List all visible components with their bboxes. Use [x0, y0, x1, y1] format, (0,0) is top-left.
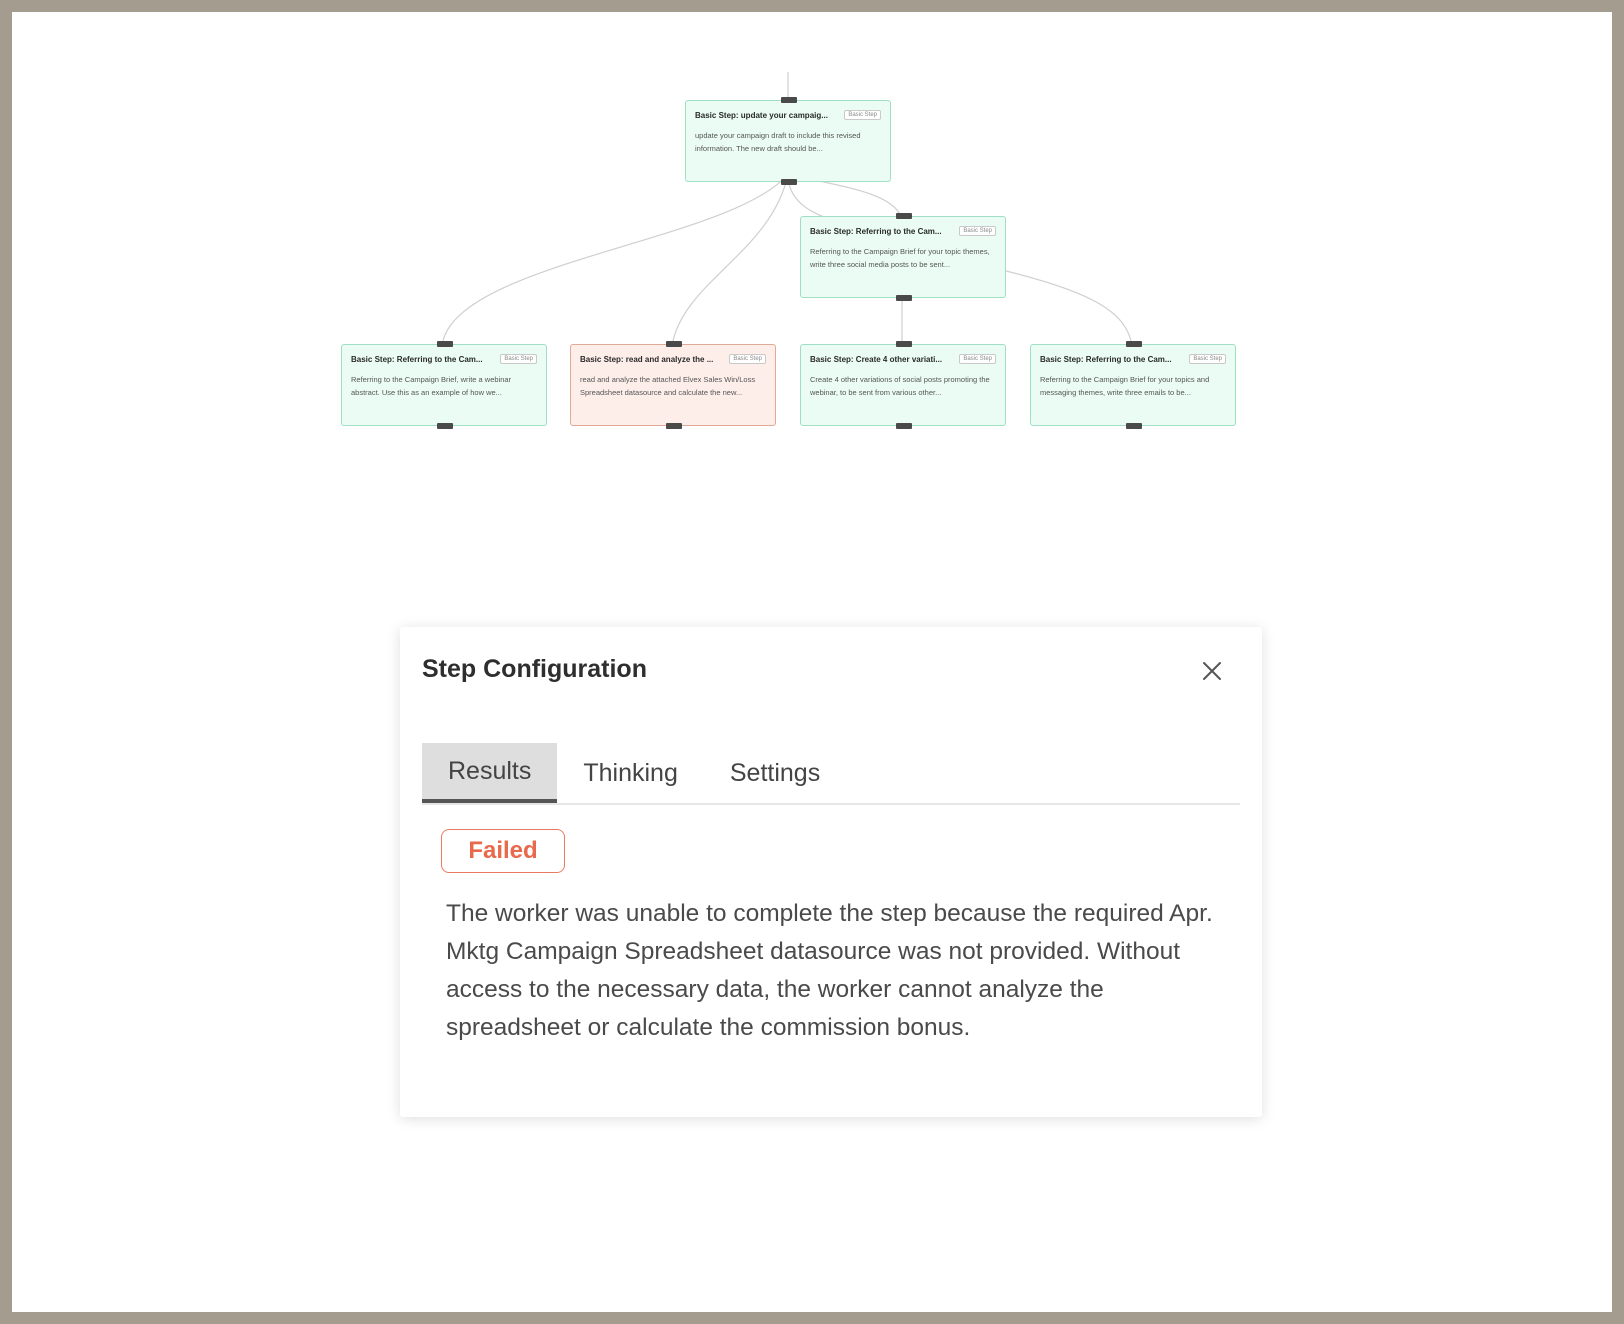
- node-title: Basic Step: Referring to the Cam...: [1040, 354, 1172, 364]
- tab-thinking[interactable]: Thinking: [557, 743, 704, 803]
- node-output-handle[interactable]: [896, 295, 912, 301]
- tab-bar: Results Thinking Settings: [422, 743, 1240, 805]
- tab-results[interactable]: Results: [422, 743, 558, 803]
- node-type-badge: Basic Step: [500, 354, 537, 364]
- node-description: Referring to the Campaign Brief for your…: [1040, 375, 1210, 397]
- tab-settings[interactable]: Settings: [704, 743, 846, 803]
- node-type-badge: Basic Step: [959, 354, 996, 364]
- workflow-node-failed[interactable]: Basic Step: read and analyze the ... Bas…: [570, 341, 776, 429]
- node-description: Referring to the Campaign Brief, write a…: [351, 375, 512, 397]
- node-type-badge: Basic Step: [729, 354, 766, 364]
- app-canvas: Basic Step: update your campaig... Basic…: [12, 12, 1612, 1312]
- node-input-handle[interactable]: [1126, 341, 1142, 347]
- node-output-handle[interactable]: [437, 423, 453, 429]
- dialog-title: Step Configuration: [422, 655, 647, 683]
- workflow-node[interactable]: Basic Step: update your campaig... Basic…: [685, 97, 891, 185]
- node-input-handle[interactable]: [896, 213, 912, 219]
- node-description: Referring to the Campaign Brief for your…: [810, 247, 990, 269]
- workflow-node[interactable]: Basic Step: Referring to the Cam... Basi…: [341, 341, 547, 429]
- node-input-handle[interactable]: [437, 341, 453, 347]
- node-output-handle[interactable]: [1126, 423, 1142, 429]
- node-title: Basic Step: read and analyze the ...: [580, 354, 714, 364]
- edge-n1-n3: [441, 173, 789, 347]
- status-badge: Failed: [441, 829, 565, 873]
- node-input-handle[interactable]: [666, 341, 682, 347]
- workflow-node[interactable]: Basic Step: Create 4 other variati... Ba…: [800, 341, 1006, 429]
- node-type-badge: Basic Step: [1189, 354, 1226, 364]
- node-description: Create 4 other variations of social post…: [810, 375, 990, 397]
- workflow-node[interactable]: Basic Step: Referring to the Cam... Basi…: [1030, 341, 1236, 429]
- node-type-badge: Basic Step: [844, 110, 881, 120]
- node-title: Basic Step: update your campaig...: [695, 110, 828, 120]
- node-input-handle[interactable]: [896, 341, 912, 347]
- node-output-handle[interactable]: [666, 423, 682, 429]
- node-output-handle[interactable]: [781, 179, 797, 185]
- close-icon: [1203, 662, 1221, 680]
- result-message: The worker was unable to complete the st…: [446, 900, 1213, 1041]
- node-title: Basic Step: Referring to the Cam...: [810, 226, 942, 236]
- edge-n2-n6: [1001, 269, 1133, 347]
- node-output-handle[interactable]: [896, 423, 912, 429]
- node-type-badge: Basic Step: [959, 226, 996, 236]
- node-title: Basic Step: Referring to the Cam...: [351, 354, 483, 364]
- edge-n1-n4: [671, 173, 789, 347]
- node-description: read and analyze the attached Elvex Sale…: [580, 375, 756, 397]
- node-input-handle[interactable]: [781, 97, 797, 103]
- node-title: Basic Step: Create 4 other variati...: [810, 354, 943, 364]
- close-button[interactable]: [1198, 657, 1226, 685]
- workflow-node[interactable]: Basic Step: Referring to the Cam... Basi…: [800, 213, 1006, 301]
- step-configuration-dialog: Step Configuration Results Thinking Sett…: [400, 627, 1262, 1117]
- node-description: update your campaign draft to include th…: [695, 131, 861, 153]
